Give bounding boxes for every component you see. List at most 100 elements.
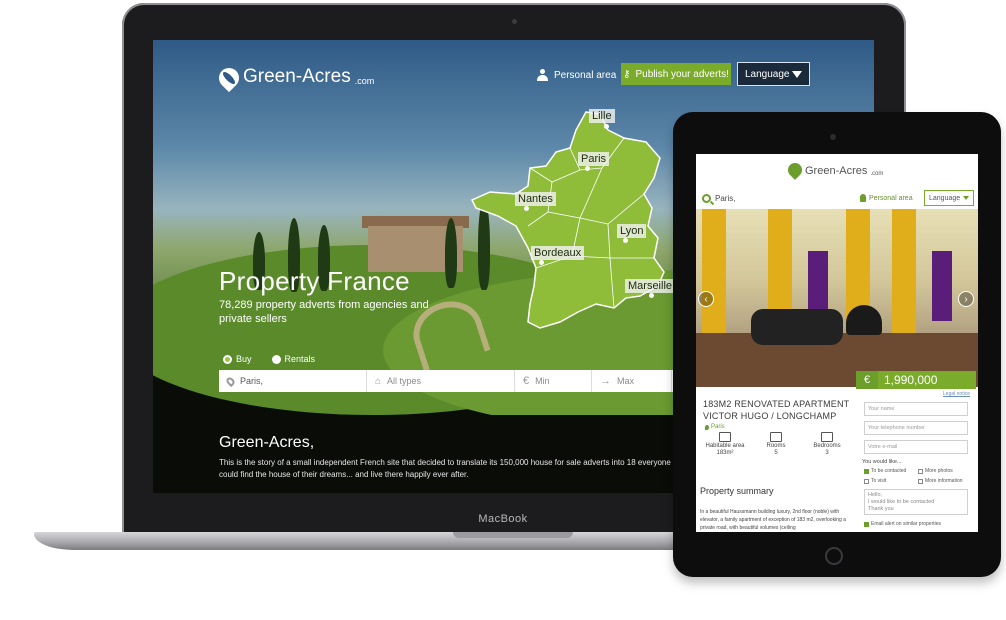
checkbox-photos[interactable]: More photos xyxy=(918,468,953,474)
radio-rentals[interactable]: Rentals xyxy=(271,354,316,364)
property-type-select[interactable]: ⌂ All types xyxy=(367,370,515,392)
tablet-language-label: Language xyxy=(929,194,961,202)
checkbox-email-alert[interactable]: Email alert on similar properties xyxy=(864,521,941,527)
stat-value: 3 xyxy=(825,450,829,456)
personal-area-label: Personal area xyxy=(554,69,617,81)
tablet-site-logo[interactable]: Green-Acres .com xyxy=(785,160,884,180)
radio-selected-icon xyxy=(223,354,232,364)
about-text: This is the story of a small independent… xyxy=(219,458,671,479)
publish-adverts-button[interactable]: ⚷ Publish your adverts! xyxy=(621,63,731,85)
legal-notice-link[interactable]: Legal notice xyxy=(943,391,970,397)
message-field[interactable]: Hello, I would like to be contacted Than… xyxy=(864,489,968,515)
location-pin-icon xyxy=(224,375,237,387)
listing-city-label: Paris xyxy=(711,424,725,430)
tablet-language-select[interactable]: Language xyxy=(924,190,974,206)
city-label-nantes[interactable]: Nantes xyxy=(515,192,556,206)
city-marker xyxy=(539,260,544,265)
phone-field[interactable]: Your telephone number xyxy=(864,421,968,435)
checkbox-contacted[interactable]: To be contacted xyxy=(864,468,906,474)
price-value: 1,990,000 xyxy=(878,371,976,389)
transaction-type-radios: Buy Rentals xyxy=(223,354,315,364)
listing-title: 183M2 RENOVATED APARTMENT VICTOR HUGO / … xyxy=(703,399,850,421)
gallery-prev-icon[interactable]: ‹ xyxy=(698,291,714,307)
max-price-input[interactable]: → Max xyxy=(592,370,672,392)
stat-label: Bedrooms xyxy=(813,443,841,449)
min-price-input[interactable]: € Min xyxy=(515,370,592,392)
sofa xyxy=(751,309,843,345)
city-marker xyxy=(585,166,590,171)
city-label-marseille[interactable]: Marseille xyxy=(625,279,676,293)
city-marker xyxy=(623,238,628,243)
euro-icon: € xyxy=(523,375,530,387)
tablet-personal-area-link[interactable]: Personal area xyxy=(860,194,913,202)
city-marker xyxy=(649,293,654,298)
checkbox-information[interactable]: More information xyxy=(918,478,963,484)
search-icon xyxy=(702,194,711,203)
name-field[interactable]: Your name xyxy=(864,402,968,416)
building-icon xyxy=(719,432,731,442)
logo-text: Green-Acres xyxy=(243,66,351,87)
tablet-search-value: Paris, xyxy=(715,194,736,203)
checkbox-label: To be contacted xyxy=(871,468,907,474)
chevron-down-icon xyxy=(963,196,969,200)
publish-label: Publish your adverts! xyxy=(635,68,729,80)
type-placeholder: All types xyxy=(387,376,422,386)
location-input[interactable]: Paris, xyxy=(219,370,367,392)
stat-habitable-area: Habitable area 183m² xyxy=(701,432,749,456)
would-like-label: You would like... xyxy=(862,459,902,465)
radio-unselected-icon xyxy=(271,354,281,364)
personal-area-link[interactable]: Personal area xyxy=(537,64,616,86)
tablet-logo-text: Green-Acres xyxy=(805,165,868,177)
france-map[interactable] xyxy=(468,108,678,340)
city-label-lille[interactable]: Lille xyxy=(589,109,615,123)
property-summary-title: Property summary xyxy=(700,486,774,496)
checkbox-label: Email alert on similar properties xyxy=(871,521,942,527)
checkbox-label: More photos xyxy=(925,468,953,474)
tablet-home-button[interactable] xyxy=(825,547,843,565)
language-label: Language xyxy=(745,68,790,80)
arrow-right-icon: → xyxy=(600,375,611,387)
laptop-camera xyxy=(512,19,517,24)
city-label-bordeaux[interactable]: Bordeaux xyxy=(531,246,585,260)
key-icon: ⚷ xyxy=(623,68,631,80)
city-label-paris[interactable]: Paris xyxy=(578,152,610,166)
bed-icon xyxy=(821,432,833,442)
min-placeholder: Min xyxy=(535,376,550,386)
hero-title: Property France xyxy=(219,266,410,296)
checkbox-icon xyxy=(918,478,923,484)
tablet-search-input[interactable]: Paris, xyxy=(702,194,735,203)
checkbox-checked-icon xyxy=(864,521,869,527)
laptop-notch xyxy=(453,532,573,538)
cypress-tree xyxy=(445,218,457,288)
site-logo[interactable]: Green-Acres .com xyxy=(214,63,375,93)
checkbox-icon xyxy=(864,478,869,484)
checkbox-checked-icon xyxy=(864,468,869,474)
email-field[interactable]: Votre e-mail xyxy=(864,440,968,454)
radio-rentals-label: Rentals xyxy=(284,354,316,364)
house-icon: ⌂ xyxy=(375,375,382,387)
location-pin-icon xyxy=(705,424,709,430)
logo-suffix: .com xyxy=(354,76,375,86)
floorplan-icon xyxy=(770,432,782,442)
checkbox-icon xyxy=(918,468,923,474)
listing-city: Paris xyxy=(705,424,725,430)
user-icon xyxy=(537,69,548,81)
city-label-lyon[interactable]: Lyon xyxy=(617,224,647,238)
about-title: Green-Acres, xyxy=(219,434,315,451)
listing-stats: Habitable area 183m² Rooms 5 Bedrooms 3 xyxy=(701,432,851,456)
stat-value: 5 xyxy=(774,450,778,456)
stat-rooms: Rooms 5 xyxy=(752,432,800,456)
tablet-logo-suffix: .com xyxy=(870,171,884,177)
checkbox-visit[interactable]: To visit xyxy=(864,478,886,484)
stat-bedrooms: Bedrooms 3 xyxy=(803,432,851,456)
property-photo[interactable]: ‹ › xyxy=(696,209,978,387)
tablet-personal-area-label: Personal area xyxy=(869,194,913,202)
armchair xyxy=(846,305,882,335)
radio-buy[interactable]: Buy xyxy=(223,354,252,364)
gallery-next-icon[interactable]: › xyxy=(958,291,974,307)
tablet-camera xyxy=(830,134,836,140)
language-select[interactable]: Language xyxy=(737,62,810,86)
checkbox-label: More information xyxy=(925,478,963,484)
leaf-logo-icon xyxy=(785,160,805,180)
chevron-down-icon xyxy=(792,70,802,78)
